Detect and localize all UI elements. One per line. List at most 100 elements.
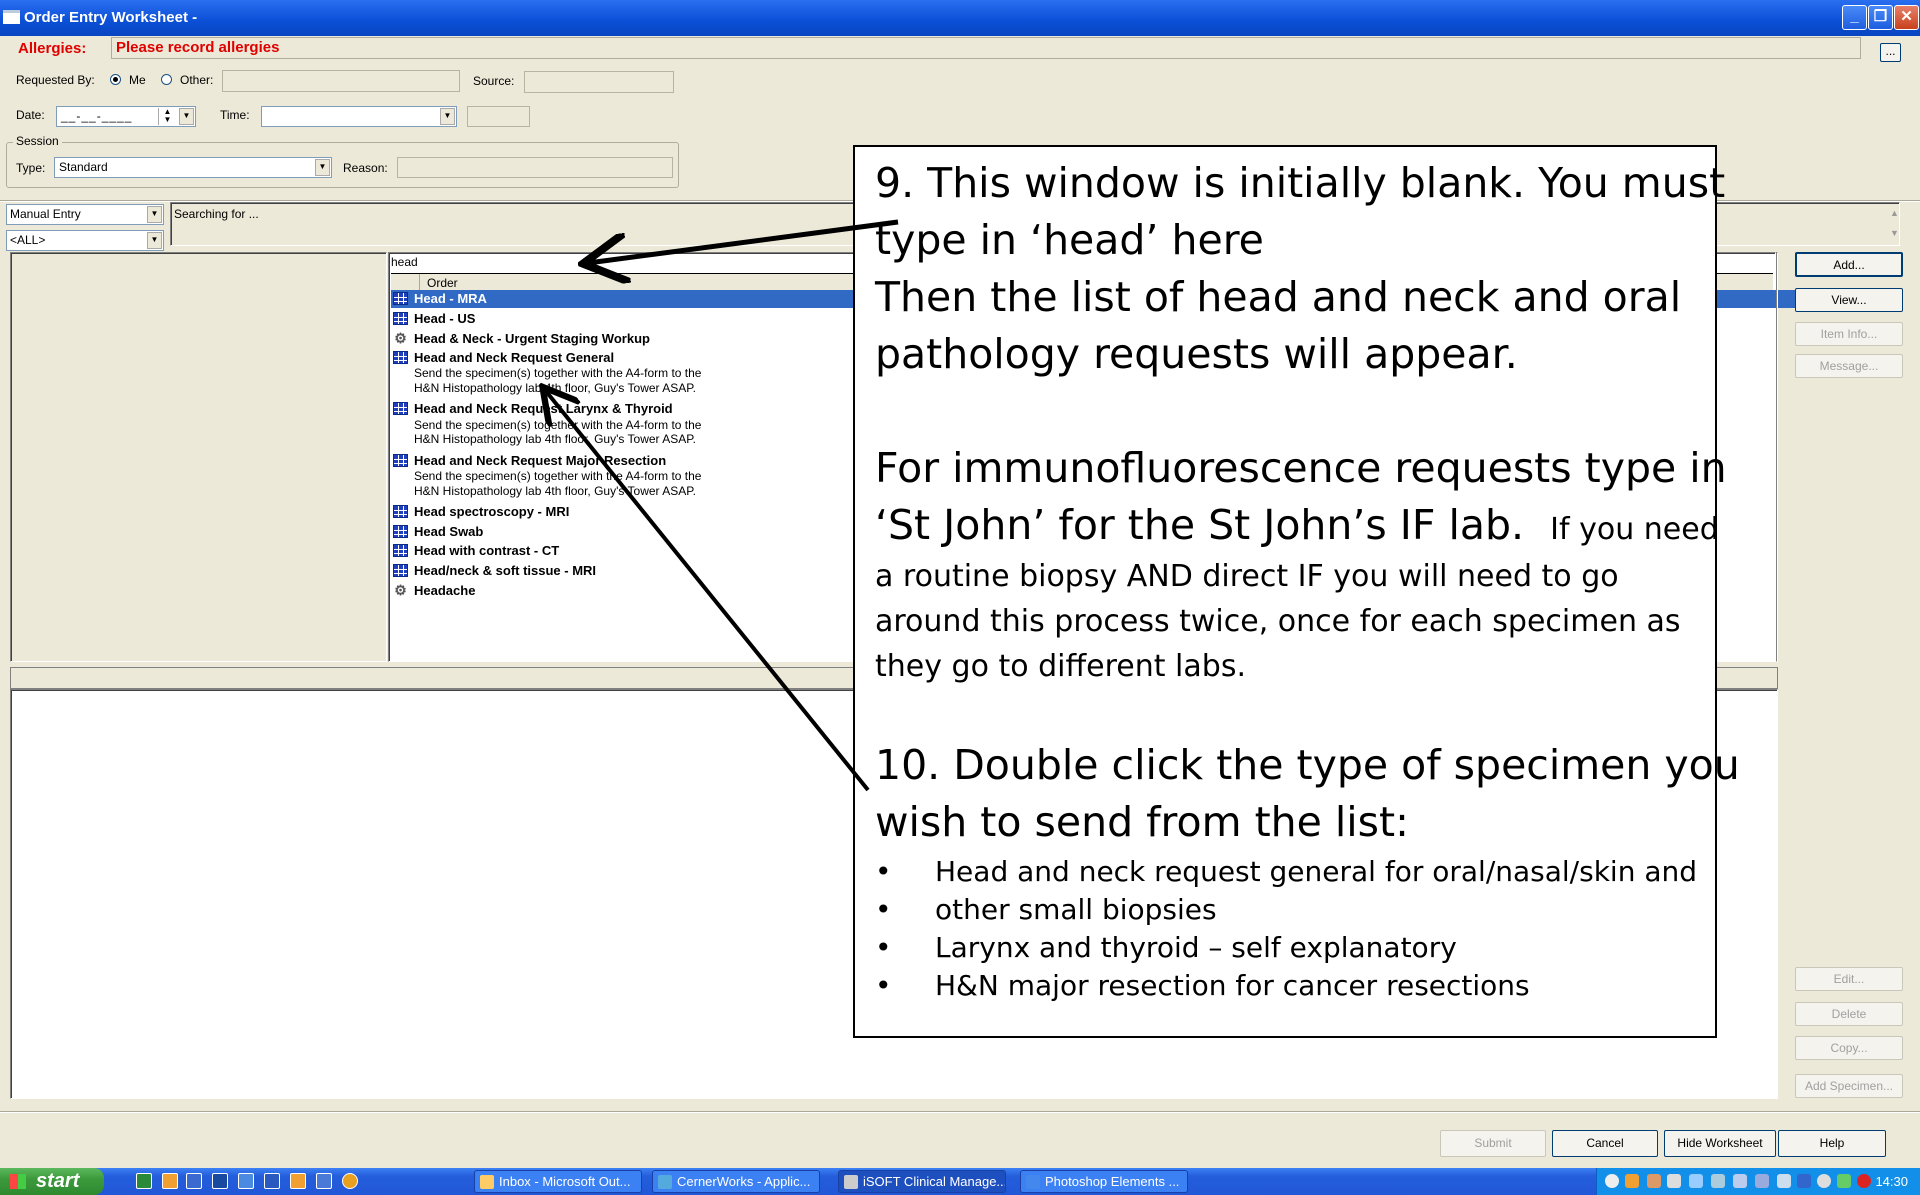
order-note: H&N Histopathology lab 4th floor, Guy's … <box>414 483 696 498</box>
hide-worksheet-button[interactable]: Hide Worksheet <box>1664 1130 1776 1157</box>
order-item[interactable]: Head spectroscopy - MRI <box>393 503 569 521</box>
session-reason-field[interactable] <box>397 157 673 178</box>
filter-value: <ALL> <box>10 233 46 247</box>
session-type-label: Type: <box>16 161 46 175</box>
outlook-icon[interactable] <box>162 1173 178 1189</box>
bullet-item: Larynx and thyroid – self explanatory <box>875 929 1697 967</box>
monitor2-tray-icon[interactable] <box>1733 1174 1747 1188</box>
bullet-item: other small biopsies <box>875 891 1697 929</box>
grid-icon <box>393 402 408 415</box>
grid-icon <box>393 544 408 557</box>
add-specimen-button[interactable]: Add Specimen... <box>1795 1074 1903 1098</box>
order-item[interactable]: Head and Neck Request Major Resection <box>393 452 666 470</box>
order-item[interactable]: Head and Neck Request General <box>393 349 614 367</box>
session-type-select[interactable]: Standard ▼ <box>54 157 332 178</box>
help-tray-icon[interactable] <box>1605 1174 1619 1188</box>
order-item[interactable]: Head Swab <box>393 523 483 541</box>
if-line2: ‘St John’ for the St John’s IF lab. If y… <box>875 497 1719 554</box>
grid-icon <box>393 311 408 325</box>
window-title: Order Entry Worksheet - <box>24 9 198 26</box>
time-extra-field <box>467 106 530 127</box>
task-photoshop[interactable]: Photoshop Elements ... <box>1020 1170 1188 1193</box>
requested-by-other-label: Other: <box>180 73 214 87</box>
time-dropdown-icon[interactable]: ▼ <box>440 108 455 125</box>
display-tray-icon[interactable] <box>1689 1174 1703 1188</box>
photoshop-task-icon <box>1026 1175 1040 1189</box>
order-label: Head Swab <box>414 523 484 539</box>
user-tray-icon[interactable] <box>1647 1174 1661 1188</box>
requested-by-other-radio[interactable] <box>161 74 172 85</box>
copy-button[interactable]: Copy... <box>1795 1036 1903 1060</box>
restore-button[interactable]: ❐ <box>1868 5 1893 30</box>
task-outlook[interactable]: Inbox - Microsoft Out... <box>474 1170 642 1193</box>
start-button[interactable]: start <box>0 1168 104 1195</box>
allergies-more-button[interactable]: ... <box>1880 43 1901 62</box>
chrome-icon[interactable] <box>342 1173 358 1189</box>
edit-button[interactable]: Edit... <box>1795 967 1903 991</box>
title-bar: Order Entry Worksheet - _ ❐ ✕ <box>0 0 1920 36</box>
monitor-tray-icon[interactable] <box>1711 1174 1725 1188</box>
system-tray: 14:30 <box>1596 1168 1920 1195</box>
task-isoft[interactable]: iSOFT Clinical Manage... <box>838 1170 1006 1193</box>
close-button[interactable]: ✕ <box>1894 5 1919 30</box>
date-spin-icon[interactable]: ▲ ▼ <box>158 108 176 125</box>
entry-mode-dropdown-icon[interactable]: ▼ <box>147 206 162 223</box>
order-item[interactable]: Head/neck & soft tissue - MRI <box>393 562 596 580</box>
network2-tray-icon[interactable] <box>1755 1174 1769 1188</box>
order-item[interactable]: Head - US <box>393 310 475 328</box>
search-status: Searching for ... <box>174 207 259 221</box>
delete-button[interactable]: Delete <box>1795 1002 1903 1026</box>
view-button[interactable]: View... <box>1795 288 1903 312</box>
message-button[interactable]: Message... <box>1795 354 1903 378</box>
shield-tray-icon[interactable] <box>1837 1174 1851 1188</box>
outlook-tray-icon[interactable] <box>1625 1174 1639 1188</box>
order-item[interactable]: ⚙ Head & Neck - Urgent Staging Workup <box>393 329 650 347</box>
search-query[interactable]: head <box>391 255 418 269</box>
media-icon[interactable] <box>212 1173 228 1189</box>
filter-dropdown-icon[interactable]: ▼ <box>147 232 162 249</box>
task-cernerworks[interactable]: CernerWorks - Applic... <box>652 1170 820 1193</box>
cancel-button[interactable]: Cancel <box>1552 1130 1658 1157</box>
add-button[interactable]: Add... <box>1795 252 1903 277</box>
minimize-button[interactable]: _ <box>1842 5 1867 30</box>
order-item[interactable]: Head and Neck Request Larynx & Thyroid <box>393 400 673 418</box>
order-item[interactable]: ⚙ Headache <box>393 581 475 599</box>
session-type-dropdown-icon[interactable]: ▼ <box>315 159 330 176</box>
item-info-button[interactable]: Item Info... <box>1795 322 1903 346</box>
order-item[interactable]: Head with contrast - CT <box>393 542 559 560</box>
entry-mode-select[interactable]: Manual Entry ▼ <box>6 204 164 225</box>
time-field[interactable]: ▼ <box>261 106 457 127</box>
filter-select[interactable]: <ALL> ▼ <box>6 230 164 251</box>
order-label: Head - MRA <box>414 291 487 306</box>
window-icon[interactable] <box>316 1173 332 1189</box>
help-button[interactable]: Help <box>1778 1130 1886 1157</box>
windows-flag-icon <box>10 1174 26 1189</box>
step10-line1: 10. Double click the type of specimen yo… <box>875 741 1740 789</box>
requested-by-me-radio[interactable] <box>110 74 121 85</box>
network-tray-icon[interactable] <box>1667 1174 1681 1188</box>
word-icon[interactable] <box>264 1173 280 1189</box>
step9-line4: pathology requests will appear. <box>875 330 1518 378</box>
allergies-field: Please record allergies <box>111 37 1861 59</box>
excel-icon[interactable] <box>136 1173 152 1189</box>
requested-by-other-field[interactable] <box>222 70 460 92</box>
grid-icon <box>393 453 408 467</box>
bluetooth-tray-icon[interactable] <box>1797 1174 1811 1188</box>
photoshop-icon[interactable] <box>238 1173 254 1189</box>
network3-tray-icon[interactable] <box>1777 1174 1791 1188</box>
ie-icon[interactable] <box>186 1173 202 1189</box>
date-field[interactable]: __-__-____ ▲ ▼ ▼ <box>56 106 196 127</box>
submit-button[interactable]: Submit <box>1440 1130 1546 1157</box>
if-line4: around this process twice, once for each… <box>875 604 1681 639</box>
grid-icon <box>393 563 408 577</box>
search-scroll-icon[interactable]: ▲ ▼ <box>1886 203 1903 243</box>
order-column-header[interactable]: Order <box>427 276 458 290</box>
source-field[interactable] <box>524 71 674 93</box>
order-label: Head with contrast - CT <box>414 543 560 558</box>
step10-line2: wish to send from the list: <box>875 798 1409 846</box>
outlook-small-icon[interactable] <box>290 1173 306 1189</box>
alert-tray-icon[interactable] <box>1857 1174 1871 1188</box>
date-dropdown-icon[interactable]: ▼ <box>179 108 194 125</box>
volume-tray-icon[interactable] <box>1817 1174 1831 1188</box>
taskbar: start Inbox - Microsoft Out... CernerWor… <box>0 1168 1920 1195</box>
